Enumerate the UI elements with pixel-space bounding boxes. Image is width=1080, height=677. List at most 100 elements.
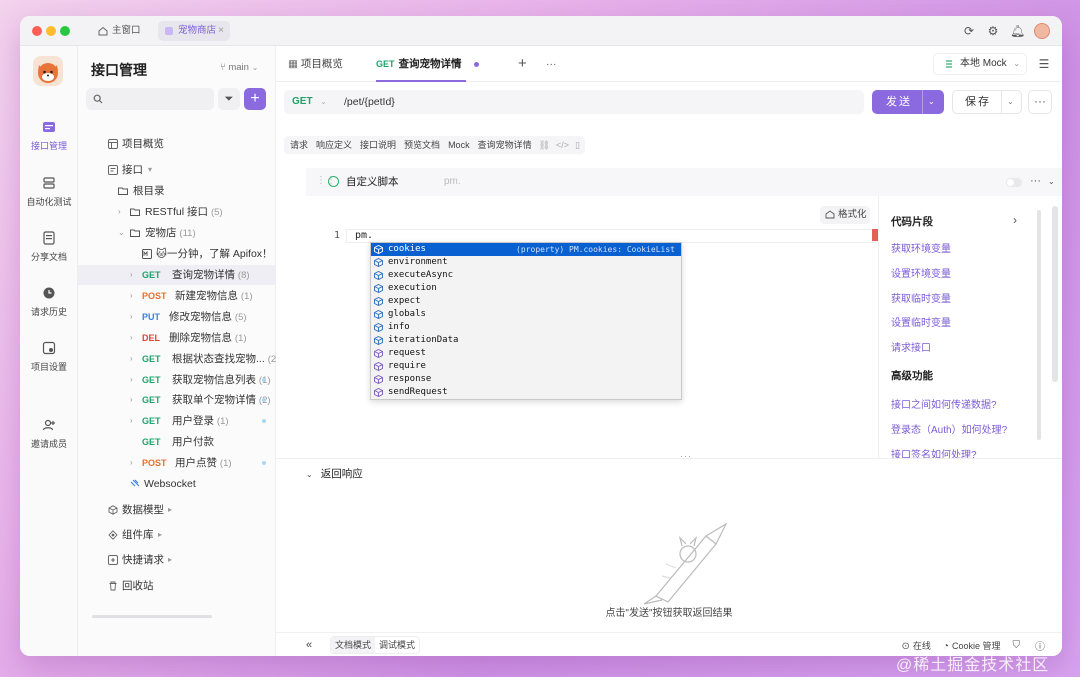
subtab-response-def[interactable]: 响应定义 [312, 136, 356, 154]
tree-item-overview[interactable]: 项目概览 [78, 134, 276, 154]
url-input[interactable]: /pet/{petId} [344, 90, 395, 114]
subtab-api-desc[interactable]: 接口说明 [356, 136, 400, 154]
main-scrollbar[interactable] [1052, 206, 1058, 382]
save-options-chevron-icon[interactable]: ⌄ [1007, 91, 1014, 113]
doc-mode-button[interactable]: 文档模式 [331, 637, 376, 653]
hamburger-menu-icon[interactable]: ☰ [1036, 56, 1052, 72]
window-tab-home[interactable]: 主窗口 [92, 21, 152, 41]
endpoint-item[interactable]: › POST 用户点赞 (1) [78, 453, 276, 473]
subtab-preview-doc[interactable]: 预览文档 [400, 136, 444, 154]
endpoint-item[interactable]: › PUT 修改宠物信息 (5) [78, 307, 276, 327]
endpoint-item[interactable]: GET 用户付款 [78, 432, 276, 452]
snippets-scrollbar[interactable] [1037, 210, 1041, 440]
close-window-button[interactable] [32, 26, 42, 36]
autocomplete-item[interactable]: cookies (property) PM.cookies: CookieList [371, 243, 681, 256]
tab-query-pet-detail[interactable]: GET 查询宠物详情 [376, 46, 466, 82]
branch-selector[interactable]: ⑂ main ⌄ [220, 62, 258, 73]
chevron-down-icon[interactable]: ⌄ [1048, 168, 1055, 196]
endpoint-item[interactable]: › GET 查询宠物详情 (8) [78, 265, 276, 285]
rail-item-share-doc[interactable]: 分享文档 [20, 231, 78, 263]
code-text[interactable]: pm. [355, 230, 373, 241]
tree-item-websocket[interactable]: Websocket [78, 474, 276, 494]
autocomplete-item[interactable]: sendRequest [371, 386, 681, 399]
rail-item-invite[interactable]: 邀请成员 [20, 418, 78, 450]
snippet-link[interactable]: 设置临时变量 [891, 314, 951, 329]
advanced-link[interactable]: 登录态（Auth）如何处理? [891, 421, 1007, 436]
code-icon[interactable]: </> [553, 136, 572, 154]
minimize-window-button[interactable] [46, 26, 56, 36]
autocomplete-item[interactable]: expect [371, 295, 681, 308]
panel-icon[interactable]: ▯ [572, 136, 583, 154]
window-tab-petstore[interactable]: 宠物商店 × [158, 21, 230, 41]
subtab-mock[interactable]: Mock [444, 136, 474, 154]
tree-item-root[interactable]: 根目录 [78, 181, 276, 201]
tree-item-recycle[interactable]: 回收站 [78, 576, 276, 596]
endpoint-item[interactable]: › GET 用户登录 (1) [78, 411, 276, 431]
tree-item-doc[interactable]: 🐱一分钟，了解 Apifox！ [78, 244, 276, 264]
endpoint-item[interactable]: › POST 新建宠物信息 (1) [78, 286, 276, 306]
autocomplete-item[interactable]: globals [371, 308, 681, 321]
collapse-sidebar-icon[interactable]: « [306, 633, 312, 656]
avatar[interactable] [1034, 23, 1050, 39]
tree-item-components[interactable]: 组件库 ▸ [78, 525, 276, 545]
endpoint-item[interactable]: ›GET获取宠物信息列表 (1) [78, 370, 276, 390]
close-tab-icon[interactable]: × [218, 21, 224, 41]
subtab-name[interactable]: 查询宠物详情 [474, 136, 536, 154]
shirt-icon[interactable]: ⛉ [1013, 640, 1021, 651]
snippet-link[interactable]: 获取环境变量 [891, 240, 951, 255]
endpoint-item[interactable]: ›GET获取单个宠物详情 (2) [78, 390, 276, 410]
rail-item-settings[interactable]: 项目设置 [20, 341, 78, 373]
endpoint-item[interactable]: › GET 根据状态查找宠物... (2) [78, 349, 279, 369]
response-header[interactable]: ⌄ 返回响应 [306, 466, 363, 481]
tree-item-quick-request[interactable]: 快捷请求 ▸ [78, 550, 276, 570]
maximize-window-button[interactable] [60, 26, 70, 36]
tree-item-data-model[interactable]: 数据模型 ▸ [78, 500, 276, 520]
autocomplete-item[interactable]: execution [371, 282, 681, 295]
bell-icon[interactable]: 🔔︎ [1010, 24, 1025, 38]
save-button[interactable]: 保存 ⌄ [952, 90, 1022, 114]
autocomplete-item[interactable]: require [371, 360, 681, 373]
tree-search-input[interactable] [86, 88, 214, 110]
more-icon[interactable]: ··· [1030, 168, 1041, 194]
format-button[interactable]: 格式化 [820, 206, 870, 224]
filter-button[interactable]: ⏷ [218, 88, 240, 110]
autocomplete-item[interactable]: request [371, 347, 681, 360]
link-icon[interactable]: ⛓ [536, 136, 553, 154]
add-tab-button[interactable]: + [518, 46, 527, 82]
tab-overview[interactable]: ▦ 项目概览 [288, 46, 343, 82]
subtab-request[interactable]: 请求 [286, 136, 312, 154]
script-toggle[interactable] [1006, 178, 1022, 187]
send-options-chevron-icon[interactable]: ⌄ [928, 90, 935, 114]
endpoint-item[interactable]: › DEL 删除宠物信息 (1) [78, 328, 276, 348]
tab-more-button[interactable]: ··· [546, 46, 557, 82]
advanced-link[interactable]: 接口之间如何传递数据? [891, 396, 997, 411]
enabled-check-icon[interactable] [328, 176, 339, 187]
refresh-icon[interactable]: ⟳ [962, 24, 976, 38]
snippet-link[interactable]: 请求接口 [891, 339, 931, 354]
rail-item-api[interactable]: 接口管理 [20, 120, 78, 152]
add-button[interactable]: + [244, 88, 266, 110]
method-select[interactable]: GET [292, 90, 313, 114]
debug-mode-button[interactable]: 调试模式 [375, 637, 419, 653]
send-button[interactable]: 发送 ⌄ [872, 90, 944, 114]
autocomplete-item[interactable]: response [371, 373, 681, 386]
tree-item-interfaces[interactable]: 接口 ▾ [78, 160, 276, 180]
snippet-link[interactable]: 设置环境变量 [891, 265, 951, 280]
panel-splitter[interactable] [276, 458, 1062, 459]
rail-item-history[interactable]: 请求历史 [20, 286, 78, 318]
cookie-manager-button[interactable]: ◔ Cookie 管理 [943, 639, 1001, 652]
environment-selector[interactable]: 本地 Mock ⌄ [933, 53, 1027, 75]
chevron-right-icon[interactable]: › [1013, 213, 1017, 227]
autocomplete-item[interactable]: iterationData [371, 334, 681, 347]
tree-folder-petstore[interactable]: ⌄ 宠物店 (11) [78, 223, 276, 243]
rail-item-automation[interactable]: 自动化测试 [20, 176, 78, 208]
tree-folder-restful[interactable]: › RESTful 接口 (5) [78, 202, 276, 222]
tree-scrollbar[interactable] [92, 615, 212, 618]
autocomplete-item[interactable]: info [371, 321, 681, 334]
autocomplete-item[interactable]: executeAsync [371, 269, 681, 282]
more-actions-button[interactable]: ··· [1028, 90, 1052, 114]
snippet-link[interactable]: 获取临时变量 [891, 290, 951, 305]
splitter-handle-icon[interactable]: ··· [680, 451, 692, 461]
autocomplete-item[interactable]: environment [371, 256, 681, 269]
gear-icon[interactable]: ⚙ [986, 24, 1000, 38]
